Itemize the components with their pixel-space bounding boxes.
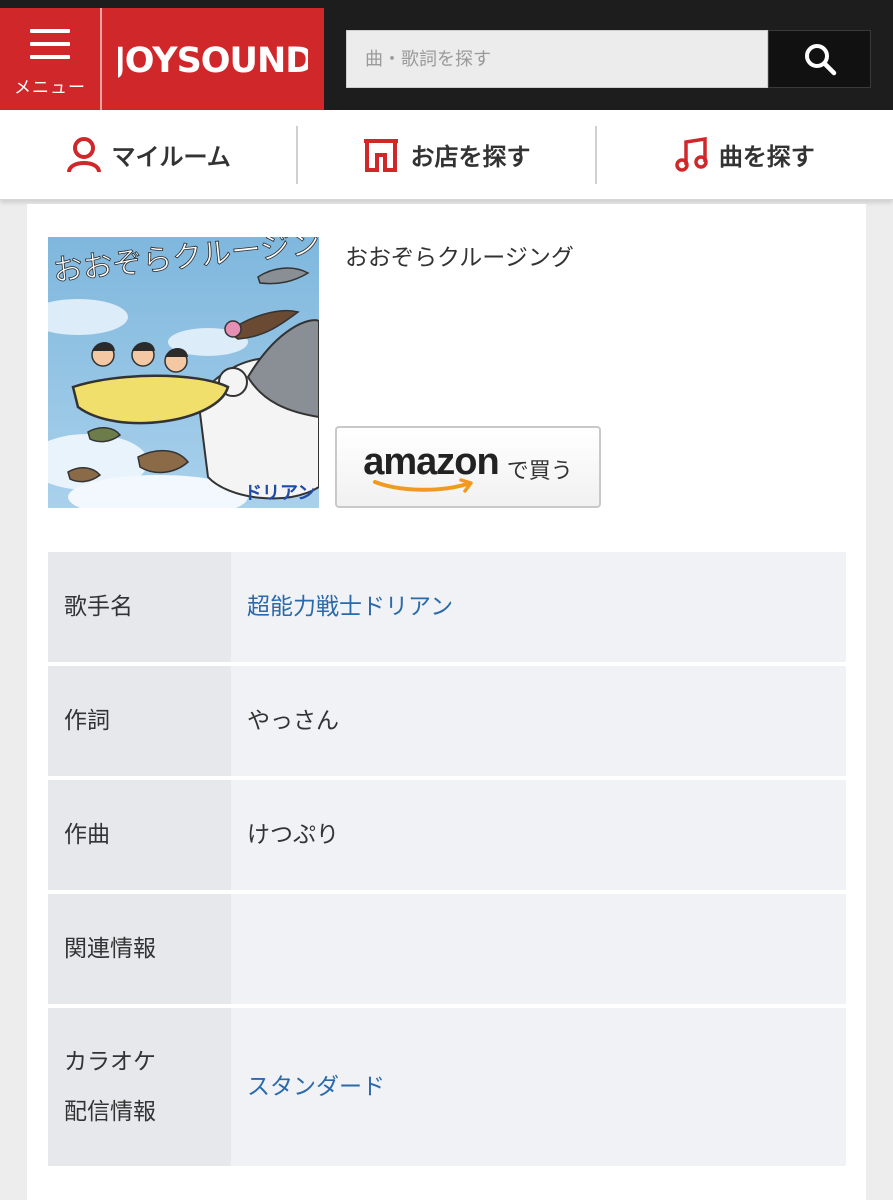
row-value-artist: 超能力戦士ドリアン (231, 552, 846, 662)
artist-link[interactable]: 超能力戦士ドリアン (247, 594, 453, 620)
album-jacket: おおぞらクルージング ドリアン (48, 237, 319, 508)
menu-label: メニュー (14, 77, 86, 98)
top-header-strip (0, 0, 893, 8)
amazon-logo-text: amazon (363, 440, 499, 483)
store-icon (364, 138, 399, 172)
logo-link[interactable]: JOYSOUND (102, 8, 324, 110)
row-value-related (231, 894, 846, 1004)
row-label-lyricist: 作詞 (48, 666, 231, 776)
search-button[interactable] (768, 30, 871, 88)
hamburger-icon (30, 28, 70, 59)
row-label-line: 配信情報 (64, 1099, 156, 1125)
joysound-logo: JOYSOUND (118, 41, 308, 81)
nav-label: マイルーム (111, 143, 231, 171)
table-row: 歌手名 超能力戦士ドリアン (48, 552, 846, 662)
search-icon (804, 44, 836, 76)
row-label-related: 関連情報 (48, 894, 231, 1004)
logo-text: JOYSOUND (118, 41, 308, 81)
table-row: カラオケ 配信情報 スタンダード (48, 1008, 846, 1166)
song-title: おおぞらクルージング (345, 245, 574, 271)
amazon-logo: amazon (363, 440, 500, 494)
row-value-lyricist: やっさん (231, 666, 846, 776)
menu-button[interactable]: メニュー (0, 8, 100, 110)
nav-label: お店を探す (410, 143, 531, 171)
sub-navigation: マイルーム お店を探す 曲を探す (0, 110, 893, 200)
amazon-buy-button[interactable]: amazon で買う (335, 426, 601, 508)
row-label-karaoke-distribution: カラオケ 配信情報 (48, 1008, 231, 1166)
nav-find-store[interactable]: お店を探す (298, 110, 594, 199)
row-label-composer: 作曲 (48, 780, 231, 890)
song-detail-panel: おおぞらクルージング ドリアン おおぞらクルージング amazon で買う 歌手… (27, 204, 866, 1200)
row-value-composer: けつぷり (231, 780, 846, 890)
row-label-line: カラオケ (64, 1049, 156, 1075)
search-input[interactable] (365, 48, 767, 70)
song-info-table: 歌手名 超能力戦士ドリアン 作詞 やっさん 作曲 けつぷり 関連情報 カラオケ … (48, 548, 846, 1170)
table-row: 関連情報 (48, 894, 846, 1004)
music-note-icon (675, 136, 708, 172)
row-label-artist: 歌手名 (48, 552, 231, 662)
album-art-artist: ドリアン (244, 483, 315, 504)
standard-link[interactable]: スタンダード (247, 1074, 385, 1100)
nav-label: 曲を探す (718, 143, 815, 171)
album-art-image: おおぞらクルージング ドリアン (48, 237, 319, 508)
nav-find-song[interactable]: 曲を探す (597, 110, 893, 199)
table-row: 作詞 やっさん (48, 666, 846, 776)
row-value-karaoke-distribution: スタンダード (231, 1008, 846, 1166)
search-field[interactable] (346, 30, 768, 88)
nav-my-room[interactable]: マイルーム (0, 110, 296, 199)
person-icon (66, 136, 101, 173)
amazon-buy-label: で買う (506, 459, 573, 484)
table-row: 作曲 けつぷり (48, 780, 846, 890)
